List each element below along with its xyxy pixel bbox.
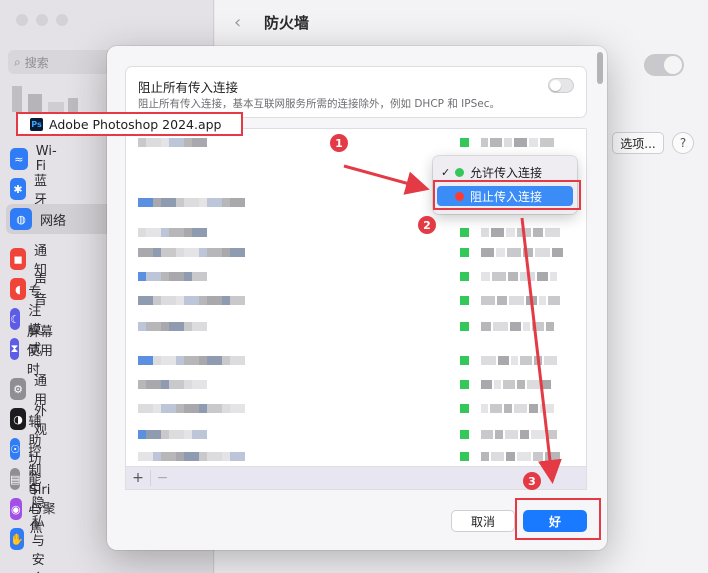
step-badge-1: 1 <box>330 134 348 152</box>
block-all-toggle[interactable] <box>548 78 574 93</box>
zoom-button[interactable] <box>56 14 68 26</box>
app-row[interactable] <box>126 223 586 243</box>
allow-label: 允许传入连接 <box>470 165 543 180</box>
app-name-blurred <box>138 198 245 207</box>
app-name-blurred <box>138 380 207 389</box>
sidebar-item[interactable]: ⧗ 屏幕使用时 <box>10 325 53 378</box>
block-all-incoming-box: 阻止所有传入连接 阻止所有传入连接，基本互联网服务所需的连接除外，例如 DHCP… <box>125 66 587 118</box>
ok-button[interactable]: 好 <box>523 510 587 532</box>
menu-item-allow[interactable]: ✓ 允许传入连接 <box>437 162 573 182</box>
control-center-icon: ▤ <box>10 468 21 490</box>
appearance-icon: ◑ <box>10 408 27 430</box>
window-controls <box>16 14 68 26</box>
block-all-title: 阻止所有传入连接 <box>138 80 239 95</box>
app-row[interactable] <box>126 447 586 467</box>
step-badge-2: 2 <box>418 216 436 234</box>
app-status-blurred[interactable] <box>460 356 559 365</box>
siri-icon: ◉ <box>10 498 22 520</box>
app-row[interactable] <box>126 317 586 337</box>
app-name-blurred <box>138 272 207 281</box>
step-badge-3: 3 <box>523 472 541 490</box>
status-green-icon <box>460 380 469 389</box>
sidebar-item-label: 隐私与安全 <box>31 495 45 573</box>
app-row-photoshop[interactable]: Ps Adobe Photoshop 2024.app <box>16 112 243 136</box>
app-status-blurred[interactable] <box>460 138 556 147</box>
options-button[interactable]: 选项... <box>612 132 664 154</box>
search-placeholder: 搜索 <box>24 55 49 70</box>
screen-time-icon: ⧗ <box>10 338 19 360</box>
status-green-icon <box>460 356 469 365</box>
app-row[interactable] <box>126 425 586 445</box>
sidebar-item[interactable]: ✱ 蓝牙 <box>10 174 53 208</box>
app-row[interactable] <box>126 399 586 419</box>
checkmark-icon: ✓ <box>441 165 451 179</box>
app-status-blurred[interactable] <box>460 452 562 461</box>
photoshop-app-icon: Ps <box>30 117 43 131</box>
status-green-icon <box>460 138 469 147</box>
focus-moon-icon: ☾ <box>10 308 21 330</box>
help-button[interactable]: ? <box>672 132 694 154</box>
status-green-icon <box>460 296 469 305</box>
remove-app-button[interactable]: − <box>150 470 174 486</box>
minimize-button[interactable] <box>36 14 48 26</box>
network-globe-icon: ◍ <box>10 208 32 230</box>
app-name-blurred <box>138 322 207 331</box>
sidebar-item-label: 网络 <box>40 213 67 229</box>
wifi-icon: ≈ <box>10 148 28 170</box>
search-icon: ⌕ <box>14 54 21 69</box>
app-status-blurred[interactable] <box>460 322 556 331</box>
app-name-label: Adobe Photoshop 2024.app <box>49 116 222 132</box>
status-green-icon <box>460 248 469 257</box>
green-dot-icon <box>455 167 464 177</box>
app-row[interactable] <box>126 267 586 287</box>
status-green-icon <box>460 228 469 237</box>
accessibility-icon: ☉ <box>10 438 21 460</box>
sidebar-item-label: 屏幕使用时 <box>26 324 53 378</box>
back-chevron-icon[interactable]: ‹ <box>234 12 241 33</box>
status-green-icon <box>460 404 469 413</box>
sound-icon: ◖ <box>10 278 27 300</box>
page-title: 防火墙 <box>264 14 310 32</box>
app-name-blurred <box>138 228 207 237</box>
app-status-blurred[interactable] <box>460 296 562 305</box>
block-option-highlight-frame <box>433 180 581 210</box>
firewall-toggle[interactable] <box>644 54 684 76</box>
app-row[interactable] <box>126 375 586 395</box>
app-name-blurred <box>138 452 245 461</box>
cancel-button[interactable]: 取消 <box>451 510 515 532</box>
app-status-blurred[interactable] <box>460 228 562 237</box>
app-row[interactable] <box>126 243 586 263</box>
close-button[interactable] <box>16 14 28 26</box>
privacy-hand-icon: ✋ <box>10 528 24 550</box>
list-toolbar: + − <box>125 466 587 490</box>
bluetooth-icon: ✱ <box>10 178 27 200</box>
block-all-description: 阻止所有传入连接，基本互联网服务所需的连接除外，例如 DHCP 和 IPSec。 <box>138 98 500 110</box>
app-name-blurred <box>138 296 245 305</box>
app-row[interactable] <box>126 351 586 371</box>
app-row[interactable] <box>126 291 586 311</box>
app-name-blurred <box>138 138 207 147</box>
status-green-icon <box>460 452 469 461</box>
status-green-icon <box>460 272 469 281</box>
app-name-blurred <box>138 248 245 257</box>
app-status-blurred[interactable] <box>460 248 565 257</box>
app-status-blurred[interactable] <box>460 430 559 439</box>
notification-icon: ◼ <box>10 248 27 270</box>
app-name-blurred <box>138 430 207 439</box>
scrollbar-thumb[interactable] <box>597 52 603 84</box>
app-status-blurred[interactable] <box>460 404 556 413</box>
status-green-icon <box>460 430 469 439</box>
app-status-blurred[interactable] <box>460 380 553 389</box>
app-name-blurred <box>138 356 245 365</box>
status-green-icon <box>460 322 469 331</box>
app-row[interactable] <box>126 133 586 153</box>
general-gear-icon: ⚙ <box>10 378 27 400</box>
add-app-button[interactable]: + <box>126 470 150 486</box>
app-name-blurred <box>138 404 245 413</box>
sidebar-item[interactable]: ✋ 隐私与安全 <box>10 496 53 573</box>
app-status-blurred[interactable] <box>460 272 559 281</box>
sidebar-item-label: 蓝牙 <box>34 174 48 208</box>
